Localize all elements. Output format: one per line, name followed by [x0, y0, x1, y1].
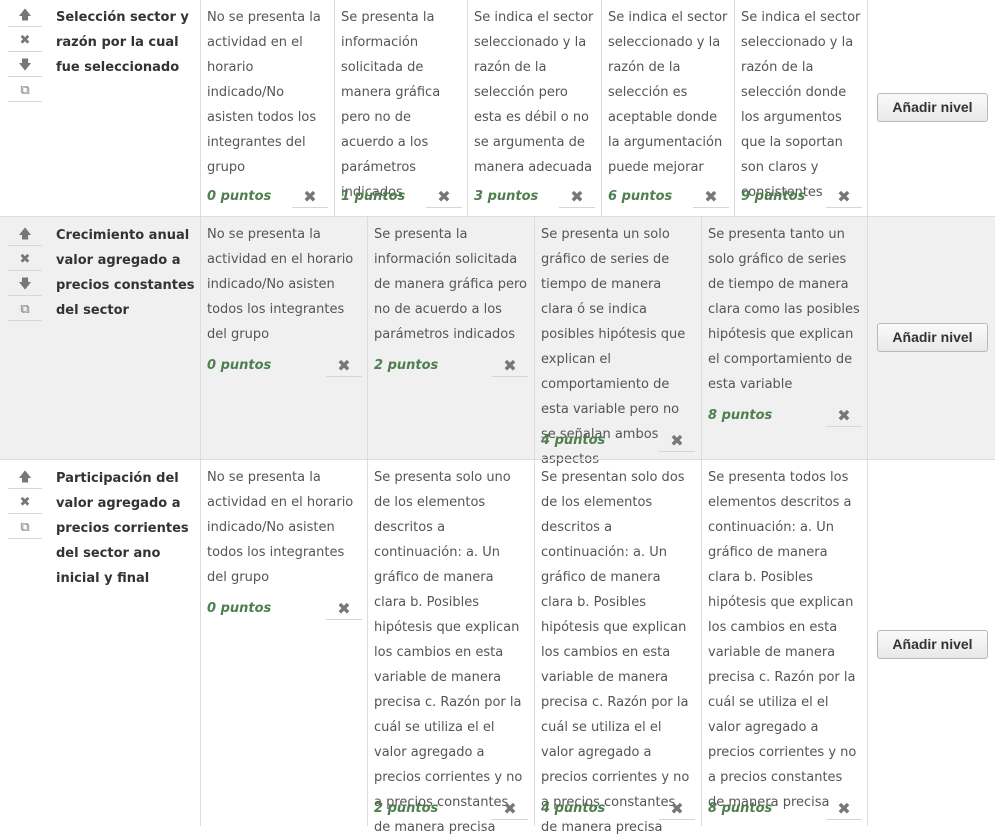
- criterion-row: 🡅 ✖ 🡇 ⧉ Selección sector y razón por la …: [0, 0, 995, 216]
- arrow-down-icon[interactable]: 🡇: [8, 58, 42, 77]
- level-cell[interactable]: Se presenta la información solicitada de…: [367, 217, 534, 460]
- level-description[interactable]: Se indica el sector seleccionado y la ra…: [474, 5, 595, 180]
- criterion-title[interactable]: Crecimiento anual valor agregado a preci…: [56, 223, 196, 323]
- level-points[interactable]: 8 puntos: [708, 799, 772, 819]
- level-description[interactable]: Se presenta la información solicitada de…: [341, 5, 461, 205]
- level-points[interactable]: 2 puntos: [374, 799, 438, 819]
- close-icon[interactable]: ✖: [826, 187, 862, 208]
- duplicate-icon[interactable]: ⧉: [8, 520, 42, 539]
- level-points[interactable]: 4 puntos: [541, 799, 605, 819]
- level-points[interactable]: 8 puntos: [708, 406, 772, 426]
- close-icon[interactable]: ✖: [8, 33, 42, 52]
- level-cell[interactable]: Se indica el sector seleccionado y la ra…: [467, 0, 601, 216]
- level-cell[interactable]: Se presenta todos los elementos descrito…: [701, 460, 867, 826]
- criterion-title[interactable]: Selección sector y razón por la cual fue…: [56, 5, 196, 80]
- arrow-up-icon[interactable]: 🡅: [8, 227, 42, 246]
- level-description[interactable]: Se indica el sector seleccionado y la ra…: [741, 5, 861, 205]
- arrow-down-icon[interactable]: 🡇: [8, 277, 42, 296]
- arrow-up-icon[interactable]: 🡅: [8, 470, 42, 489]
- close-icon[interactable]: ✖: [8, 495, 42, 514]
- level-description[interactable]: Se presenta solo uno de los elementos de…: [374, 465, 528, 840]
- level-cell[interactable]: Se presenta un solo gráfico de series de…: [534, 217, 701, 467]
- close-icon[interactable]: ✖: [492, 356, 528, 377]
- level-description[interactable]: Se presentan solo dos de los elementos d…: [541, 465, 695, 840]
- duplicate-icon[interactable]: ⧉: [8, 302, 42, 321]
- level-points[interactable]: 3 puntos: [474, 187, 538, 207]
- level-points[interactable]: 1 puntos: [341, 187, 405, 207]
- close-icon[interactable]: ✖: [326, 599, 362, 620]
- close-icon[interactable]: ✖: [826, 799, 862, 820]
- close-icon[interactable]: ✖: [659, 799, 695, 820]
- add-level-column: Añadir nivel: [867, 217, 995, 460]
- close-icon[interactable]: ✖: [559, 187, 595, 208]
- level-description[interactable]: No se presenta la actividad en el horari…: [207, 222, 361, 347]
- close-icon[interactable]: ✖: [826, 406, 862, 427]
- rubric-editor: 🡅 ✖ 🡇 ⧉ Selección sector y razón por la …: [0, 0, 995, 835]
- close-icon[interactable]: ✖: [292, 187, 328, 208]
- add-level-button[interactable]: Añadir nivel: [877, 323, 988, 352]
- close-icon[interactable]: ✖: [326, 356, 362, 377]
- level-description[interactable]: Se presenta tanto un solo gráfico de ser…: [708, 222, 861, 397]
- level-cell[interactable]: Se presenta solo uno de los elementos de…: [367, 460, 534, 835]
- level-cell[interactable]: No se presenta la actividad en el horari…: [200, 217, 367, 460]
- level-cell[interactable]: Se presenta tanto un solo gráfico de ser…: [701, 217, 867, 460]
- add-level-column: Añadir nivel: [867, 0, 995, 216]
- level-points[interactable]: 0 puntos: [207, 187, 271, 207]
- level-cell[interactable]: No se presenta la actividad en el horari…: [200, 460, 367, 826]
- level-cell[interactable]: Se indica el sector seleccionado y la ra…: [601, 0, 734, 216]
- criterion-title[interactable]: Participación del valor agregado a preci…: [56, 466, 196, 591]
- level-cell[interactable]: No se presenta la actividad en el horari…: [200, 0, 334, 216]
- arrow-up-icon[interactable]: 🡅: [8, 8, 42, 27]
- add-level-button[interactable]: Añadir nivel: [877, 93, 988, 122]
- close-icon[interactable]: ✖: [8, 252, 42, 271]
- level-description[interactable]: Se presenta todos los elementos descrito…: [708, 465, 861, 815]
- level-points[interactable]: 2 puntos: [374, 356, 438, 376]
- close-icon[interactable]: ✖: [659, 431, 695, 452]
- add-level-button[interactable]: Añadir nivel: [877, 630, 988, 659]
- close-icon[interactable]: ✖: [492, 799, 528, 820]
- criterion-row: 🡅 ✖ ⧉ Participación del valor agregado a…: [0, 459, 995, 835]
- level-cell[interactable]: Se presentan solo dos de los elementos d…: [534, 460, 701, 835]
- close-icon[interactable]: ✖: [426, 187, 462, 208]
- level-points[interactable]: 0 puntos: [207, 599, 271, 619]
- level-points[interactable]: 0 puntos: [207, 356, 271, 376]
- level-description[interactable]: No se presenta la actividad en el horari…: [207, 5, 328, 180]
- level-points[interactable]: 4 puntos: [541, 431, 605, 451]
- close-icon[interactable]: ✖: [693, 187, 729, 208]
- add-level-column: Añadir nivel: [867, 460, 995, 826]
- level-description[interactable]: No se presenta la actividad en el horari…: [207, 465, 361, 590]
- criterion-row: 🡅 ✖ 🡇 ⧉ Crecimiento anual valor agregado…: [0, 216, 995, 467]
- level-description[interactable]: Se indica el sector seleccionado y la ra…: [608, 5, 728, 180]
- level-cell[interactable]: Se presenta la información solicitada de…: [334, 0, 467, 216]
- level-description[interactable]: Se presenta la información solicitada de…: [374, 222, 528, 347]
- level-points[interactable]: 9 puntos: [741, 187, 805, 207]
- level-points[interactable]: 6 puntos: [608, 187, 672, 207]
- level-cell[interactable]: Se indica el sector seleccionado y la ra…: [734, 0, 867, 216]
- duplicate-icon[interactable]: ⧉: [8, 83, 42, 102]
